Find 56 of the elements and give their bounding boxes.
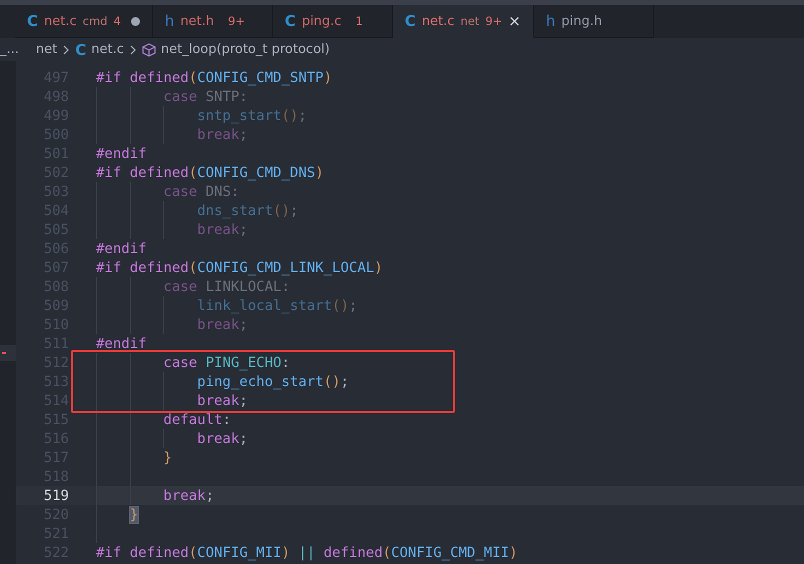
code-line: #endif	[96, 144, 147, 163]
tab-label: ping.h	[561, 14, 602, 28]
code-line: break;	[96, 429, 248, 448]
file-type-icon: C	[27, 12, 38, 30]
editor-tab[interactable]: h net.h 9+	[152, 5, 273, 38]
breadcrumb-item[interactable]: net.c	[91, 42, 124, 57]
code-line: case SNTP:	[96, 87, 248, 106]
code-line: case PING_ECHO:	[96, 353, 290, 372]
code-line: #endif	[96, 334, 147, 353]
code-line: #if defined(CONFIG_CMD_DNS)	[96, 164, 324, 182]
chevron-icon	[128, 44, 137, 54]
tab-label: net.c	[44, 14, 77, 28]
editor-tab[interactable]: h ping.h	[534, 5, 654, 38]
code-line: #if defined(CONFIG_MII) || defined(CONFIG_CMD_MII)	[96, 544, 518, 562]
code-line: #endif	[96, 240, 147, 258]
code-line: #if defined(CONFIG_CMD_SNTP)	[96, 68, 332, 87]
file-type-icon: h	[546, 12, 556, 30]
problem-count: 9+	[228, 14, 245, 28]
tab-label: ping.c	[302, 14, 342, 28]
code-line: case DNS:	[96, 182, 240, 201]
file-type-icon: h	[164, 12, 174, 30]
file-type-icon: C	[404, 12, 416, 30]
change-marker	[0, 345, 16, 361]
breadcrumb-overflow[interactable]: _...	[0, 42, 19, 57]
code-line: sntp_start();	[96, 106, 307, 125]
code-line: break;	[96, 125, 248, 144]
unsaved-dot-icon	[130, 16, 140, 26]
editor-tab[interactable]: C net.c net 9+ ×	[392, 5, 534, 38]
tab-description: net	[460, 14, 480, 28]
close-button[interactable]: ×	[508, 12, 521, 30]
file-type-icon: C	[75, 40, 86, 58]
line-number: 519	[42, 488, 70, 504]
breadcrumb-item[interactable]: net	[36, 42, 58, 57]
code-line: dns_start();	[96, 201, 298, 220]
editor-tab[interactable]: C net.c cmd 4	[15, 5, 153, 38]
code-line: }	[96, 505, 138, 524]
tab-label: net.c	[422, 14, 454, 28]
problem-count: 9+	[485, 14, 502, 28]
tab-description: cmd	[82, 14, 108, 28]
cube-icon	[142, 42, 156, 56]
chevron-icon	[62, 44, 70, 54]
code-line: break;	[96, 315, 248, 334]
breadcrumb-item[interactable]: net_loop(proto_t protocol)	[160, 42, 330, 57]
code-line: break;	[96, 391, 248, 410]
editor-tab[interactable]: C ping.c 1	[272, 5, 393, 38]
tab-label: net.h	[180, 14, 214, 28]
code-line: #if defined(CONFIG_CMD_LINK_LOCAL)	[96, 258, 383, 277]
code-line: ping_echo_start();	[96, 372, 349, 391]
code-line: break;	[96, 220, 248, 239]
problem-count: 1	[355, 14, 363, 28]
code-line: default:	[96, 410, 231, 429]
code-line: case LINKLOCAL:	[96, 277, 290, 296]
file-type-icon: C	[284, 12, 296, 30]
problem-count: 4	[113, 14, 121, 28]
code-line: }	[96, 448, 172, 467]
code-line: link_local_start();	[96, 296, 358, 315]
